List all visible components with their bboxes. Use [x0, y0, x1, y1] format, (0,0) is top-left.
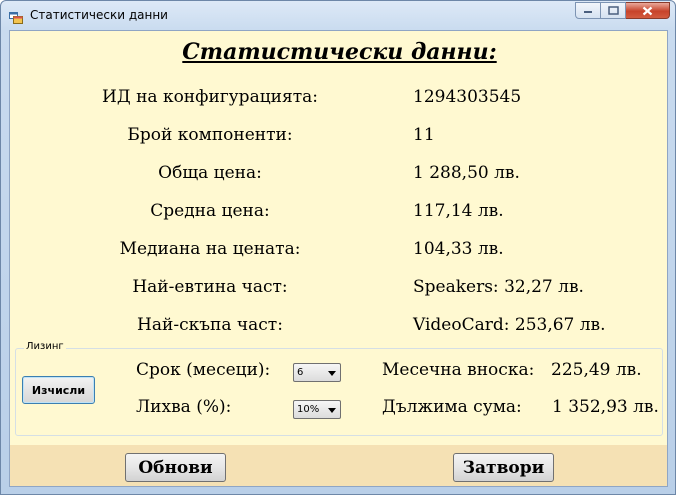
caption-buttons — [575, 2, 670, 20]
amount-due-label: Дължима сума: — [382, 397, 522, 417]
chevron-down-icon — [328, 408, 336, 413]
leasing-groupbox: Лизинг Изчисли Срок (месеци): 6 Лихва (%… — [15, 341, 663, 436]
stat-value-average-price: 117,14 лв. — [413, 201, 504, 221]
monthly-payment-label: Месечна вноска: — [382, 360, 535, 380]
window: Статистически данни Статистически данни:… — [0, 0, 676, 495]
term-select-value: 6 — [297, 367, 304, 378]
stat-label-total-price: Обща цена: — [158, 163, 262, 183]
stat-label-component-count: Брой компоненти: — [127, 125, 293, 145]
calculate-button[interactable]: Изчисли — [22, 376, 95, 404]
stat-value-median-price: 104,33 лв. — [413, 239, 504, 259]
maximize-icon — [607, 6, 619, 15]
amount-due-value: 1 352,93 лв. — [552, 397, 659, 417]
stat-label-average-price: Средна цена: — [150, 201, 270, 221]
stat-value-total-price: 1 288,50 лв. — [413, 163, 520, 183]
stat-label-config-id: ИД на конфигурацията: — [102, 87, 318, 107]
interest-select[interactable]: 10% — [293, 400, 341, 419]
form-icon — [9, 9, 23, 24]
close-icon — [642, 6, 653, 15]
stat-value-component-count: 11 — [413, 125, 435, 145]
client-area: Статистически данни: ИД на конфигурацият… — [9, 30, 668, 487]
title-bar[interactable]: Статистически данни — [1, 1, 675, 29]
stat-label-most-expensive-part: Най-скъпа част: — [137, 315, 283, 335]
term-select[interactable]: 6 — [293, 363, 341, 382]
minimize-button[interactable] — [575, 2, 601, 19]
interest-select-value: 10% — [297, 404, 320, 415]
stat-value-config-id: 1294303545 — [413, 87, 522, 107]
chevron-down-icon — [328, 371, 336, 376]
term-label: Срок (месеци): — [136, 360, 271, 380]
stat-value-cheapest-part: Speakers: 32,27 лв. — [413, 277, 584, 297]
monthly-payment-value: 225,49 лв. — [551, 360, 642, 380]
close-window-button[interactable] — [626, 2, 670, 19]
minimize-icon — [584, 10, 592, 13]
stat-label-cheapest-part: Най-евтина част: — [132, 277, 288, 297]
stat-label-median-price: Медиана на цената: — [119, 239, 301, 259]
footer-bar: Обнови Затвори — [10, 445, 667, 486]
maximize-button[interactable] — [601, 2, 626, 19]
refresh-button[interactable]: Обнови — [125, 453, 226, 482]
window-title: Статистически данни — [30, 8, 168, 22]
page-title: Статистически данни: — [182, 39, 497, 65]
leasing-group-title: Лизинг — [24, 341, 66, 352]
close-button[interactable]: Затвори — [453, 453, 554, 482]
stat-value-most-expensive-part: VideoCard: 253,67 лв. — [413, 315, 606, 335]
interest-label: Лихва (%): — [136, 397, 232, 417]
